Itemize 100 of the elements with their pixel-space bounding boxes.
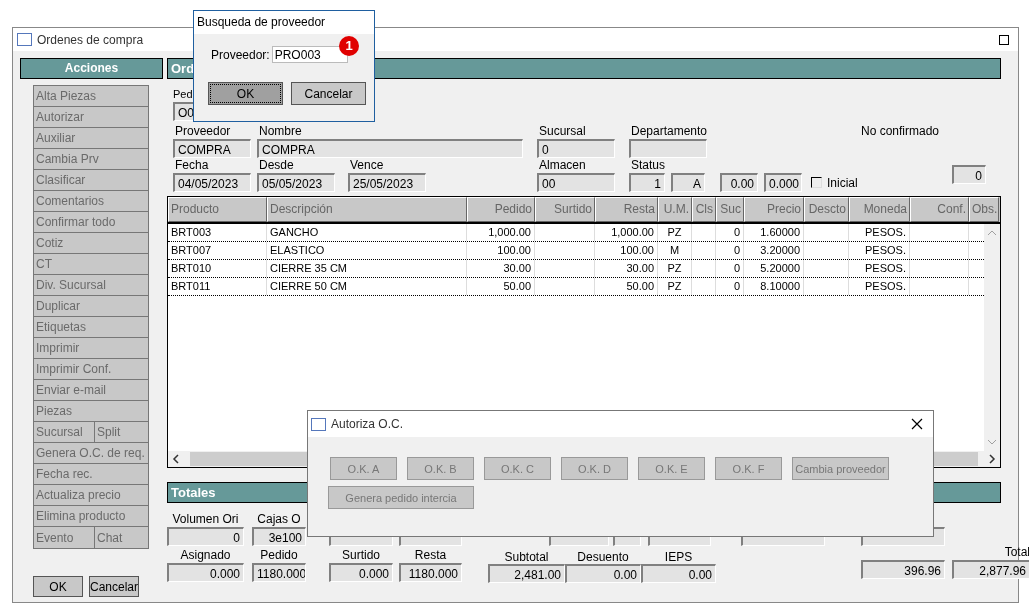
close-icon[interactable] [911,418,923,430]
status-field[interactable]: A [671,173,705,192]
table-cell: 0 [733,226,740,238]
table-cell: PESOS. [865,280,906,292]
column-header[interactable]: Obs. [969,197,999,222]
action-button[interactable]: Fecha rec. [34,464,148,485]
column-header[interactable]: Resta [595,197,658,222]
total-field[interactable]: 2,877.96 [952,560,1029,579]
table-cell: BRT007 [171,244,212,256]
dialog-title: Autoriza O.C. [331,417,404,431]
window-title: Ordenes de compra [37,32,144,47]
column-header[interactable]: Descto [804,197,849,222]
supplier-field[interactable]: COMPRA [173,139,251,158]
column-header[interactable]: U.M. [658,197,692,222]
table-cell: 0 [733,262,740,274]
table-cell: BRT011 [171,280,211,292]
date-field[interactable]: 25/05/2023 [348,173,426,192]
column-header[interactable]: Pedido [467,197,535,222]
action-button[interactable]: Autorizar [34,107,148,128]
table-cell: 1.60000 [760,226,800,238]
action-button[interactable]: Cotiz [34,233,148,254]
action-button[interactable]: Genera O.C. de req. [34,443,148,464]
action-button[interactable]: Etiquetas [34,317,148,338]
dialog-button[interactable]: Cancelar [291,82,366,105]
column-header[interactable]: Suc [716,197,744,222]
name-field[interactable]: COMPRA [257,139,523,158]
field-label: Almacen [538,158,587,173]
action-button[interactable]: Actualiza precio [34,485,148,506]
action-button[interactable]: Confirmar todo [34,212,148,233]
amount-field[interactable]: 0.00 [720,173,758,192]
action-button[interactable]: Sucursal [34,422,95,443]
counter-field[interactable]: 0 [952,165,986,184]
table-cell: 100.00 [497,244,531,256]
column-header[interactable]: Producto [168,197,267,222]
table-cell: PESOS. [865,226,906,238]
date-field[interactable]: 05/05/2023 [257,173,335,192]
table-cell: 0 [733,280,740,292]
dialog-button[interactable]: Cancelar [89,576,139,597]
action-button[interactable]: Cambia Prv [34,149,148,170]
table-cell: CIERRE 50 CM [270,280,348,292]
window-icon [311,417,326,431]
total-field[interactable]: 1180.000 [399,563,462,582]
column-header[interactable]: Cls [692,197,716,222]
total-field[interactable]: 3e100 [252,527,306,546]
column-header[interactable]: Moneda [849,197,910,222]
date-field[interactable]: 04/05/2023 [173,173,251,192]
tax-field[interactable]: 396.96 [861,560,945,579]
table-cell: CIERRE 35 CM [270,262,348,274]
table-cell: BRT003 [171,226,212,238]
action-button[interactable]: Chat [95,527,148,548]
branch-field[interactable]: 0 [537,139,615,158]
total-field[interactable]: 0 [167,527,244,546]
action-button[interactable]: Elimina producto [34,506,148,527]
action-button[interactable]: Auxiliar [34,128,148,149]
table-cell: PZ [667,280,682,292]
window-icon [17,33,32,46]
action-button[interactable]: Duplicar [34,296,148,317]
table-cell: PZ [667,226,682,238]
total-field[interactable]: 0.00 [565,564,641,583]
table-cell: 1,000.00 [611,226,654,238]
action-button[interactable]: Imprimir Conf. [34,359,148,380]
column-header[interactable]: Surtido [535,197,595,222]
total-field[interactable]: 0.00 [641,564,716,583]
table-cell: 50.00 [503,280,531,292]
action-button[interactable]: Clasificar [34,170,148,191]
field-label: Proveedor [174,124,232,139]
field-label: Cajas O [256,511,302,527]
dialog-button[interactable]: OK [208,82,283,105]
column-header[interactable]: Descripción [267,197,467,222]
table-cell: 8.10000 [760,280,800,292]
dialog-button[interactable]: OK [33,576,83,597]
maximize-button[interactable] [999,34,1009,45]
table-cell: GANCHO [270,226,319,238]
action-button[interactable]: Evento [34,527,95,548]
table-cell: ELASTICO [270,244,325,256]
field-label: Nombre [258,124,303,139]
warehouse-field[interactable]: 00 [537,173,615,192]
action-button[interactable]: Enviar e-mail [34,380,148,401]
amount-field[interactable]: 0.000 [764,173,802,192]
action-button[interactable]: Imprimir [34,338,148,359]
action-button[interactable]: Split [95,422,148,443]
column-header[interactable]: Conf. [910,197,969,222]
field-label: Ped [173,87,193,102]
status-field[interactable]: 1 [629,173,665,192]
total-field[interactable]: 0.000 [167,563,244,582]
action-button[interactable]: CT [34,254,148,275]
action-button[interactable]: Piezas [34,401,148,422]
total-field[interactable]: 1180.000 [252,563,306,582]
field-label: Vence [349,158,385,173]
department-field[interactable] [629,139,707,158]
action-button[interactable]: Comentarios [34,191,148,212]
initial-checkbox[interactable] [811,177,822,188]
total-field[interactable]: 2,481.00 [488,564,565,583]
column-header[interactable]: Precio [744,197,804,222]
table-cell: PZ [667,262,682,274]
total-field[interactable]: 0.000 [329,563,393,582]
actions-header: Acciones [20,58,163,79]
action-button[interactable]: Div. Sucursal [34,275,148,296]
table-cell: PESOS. [865,262,906,274]
action-button[interactable]: Alta Piezas [34,86,148,107]
